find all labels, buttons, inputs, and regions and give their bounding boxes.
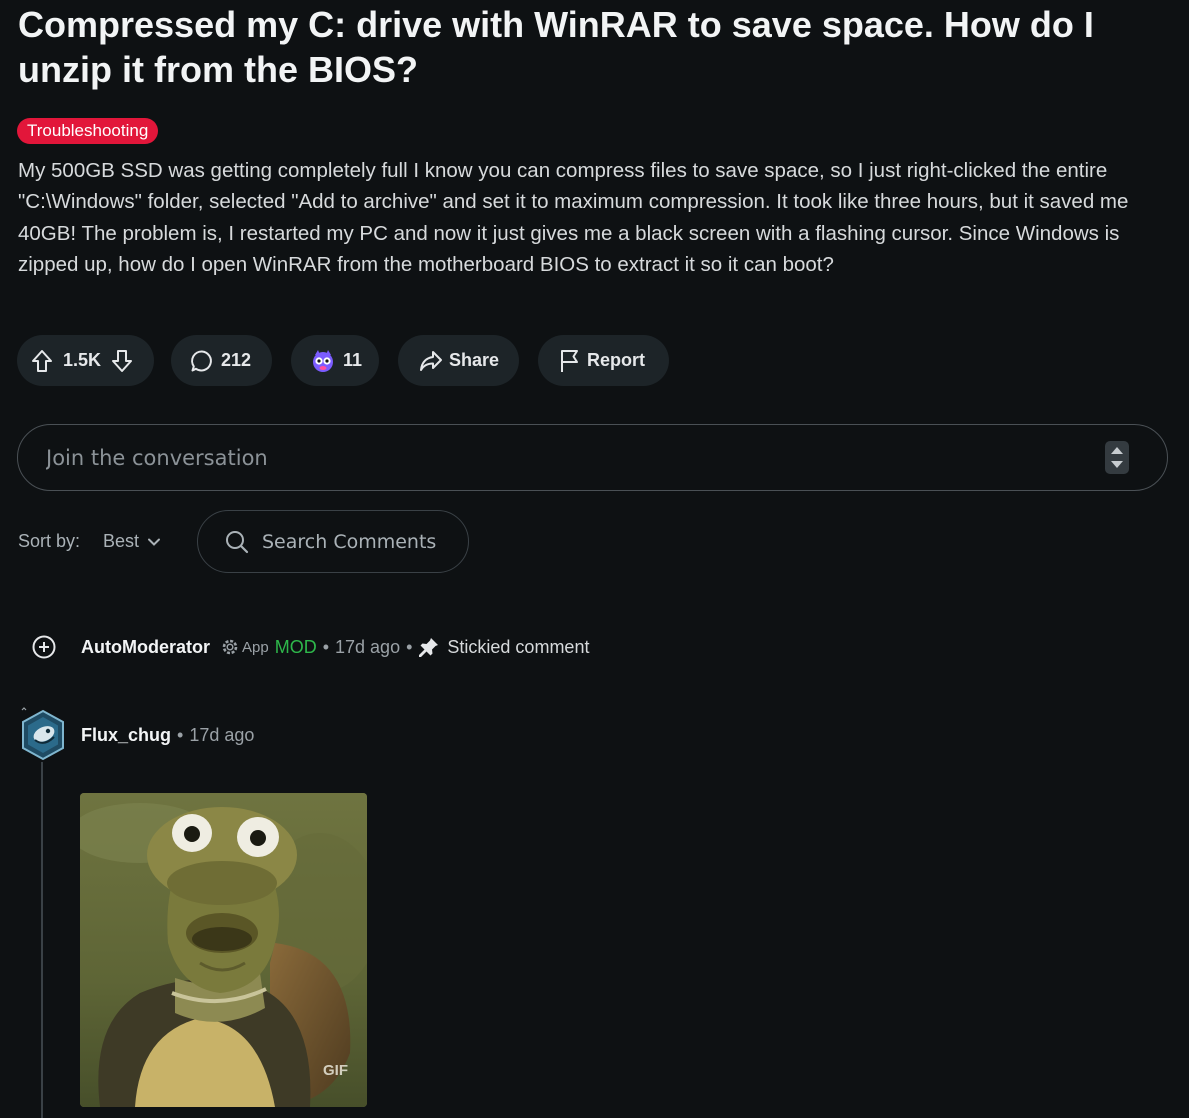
app-gear-icon xyxy=(222,639,238,655)
turtle-gif-illustration xyxy=(80,793,367,1107)
stickied-label: Stickied comment xyxy=(447,636,590,657)
comment-icon xyxy=(190,349,214,373)
mod-badge: MOD xyxy=(274,636,317,657)
report-button[interactable]: Report xyxy=(538,335,669,386)
comment-gif-image[interactable]: GIF xyxy=(80,793,367,1107)
expand-plus-icon[interactable] xyxy=(31,634,57,660)
comment-timestamp[interactable]: 17d ago xyxy=(189,725,254,746)
downvote-icon[interactable] xyxy=(111,349,133,373)
sort-dropdown[interactable]: Best xyxy=(103,531,161,552)
sort-value: Best xyxy=(103,531,140,551)
award-icon xyxy=(311,349,335,373)
comment-sort-bar: Sort by: Best Search Comments xyxy=(18,510,518,573)
app-badge-label: App xyxy=(242,638,269,656)
comment-composer[interactable] xyxy=(17,424,1168,491)
app-badge: App xyxy=(221,638,269,656)
awards-button[interactable]: 11 xyxy=(291,335,379,386)
search-comments-label: Search Comments xyxy=(262,530,437,553)
comment-header-automoderator: AutoModerator App MOD • 17d ago • Sticki… xyxy=(31,633,589,661)
comments-button[interactable]: 212 xyxy=(171,335,272,386)
upvote-icon[interactable] xyxy=(31,349,53,373)
share-label: Share xyxy=(449,350,500,370)
post-title: Compressed my C: drive with WinRAR to sa… xyxy=(18,4,1094,90)
comment-header-flux-chug: Flux_chug • 17d ago xyxy=(19,707,254,763)
post-body: My 500GB SSD was getting completely full… xyxy=(18,159,1129,276)
report-flag-icon xyxy=(559,349,581,373)
meta-separator: • xyxy=(406,636,413,657)
stickied-indicator: Stickied comment xyxy=(418,636,589,658)
vote-pill: 1.5K xyxy=(17,335,154,386)
share-icon xyxy=(419,350,443,372)
comment-author[interactable]: AutoModerator xyxy=(81,637,210,658)
meta-separator: • xyxy=(177,724,184,745)
vote-count: 1.5K xyxy=(63,350,102,370)
thread-line[interactable] xyxy=(41,762,43,1118)
composer-scroll-stepper[interactable] xyxy=(1105,441,1129,474)
join-conversation-input[interactable] xyxy=(44,425,1108,491)
comment-timestamp[interactable]: 17d ago xyxy=(335,637,400,658)
meta-separator: • xyxy=(322,636,330,657)
report-label: Report xyxy=(587,350,645,370)
gif-label: GIF xyxy=(323,1062,348,1079)
sort-label: Sort by: xyxy=(18,531,81,551)
search-icon xyxy=(224,529,250,555)
comment-count: 212 xyxy=(221,350,252,370)
avatar[interactable] xyxy=(19,707,67,763)
comment-author[interactable]: Flux_chug xyxy=(81,725,171,746)
award-count: 11 xyxy=(343,350,363,370)
share-button[interactable]: Share xyxy=(398,335,519,386)
pin-icon xyxy=(419,638,439,657)
chevron-down-icon xyxy=(147,537,161,547)
flair-badge[interactable]: Troubleshooting xyxy=(17,118,159,144)
search-comments-button[interactable]: Search Comments xyxy=(197,510,469,573)
